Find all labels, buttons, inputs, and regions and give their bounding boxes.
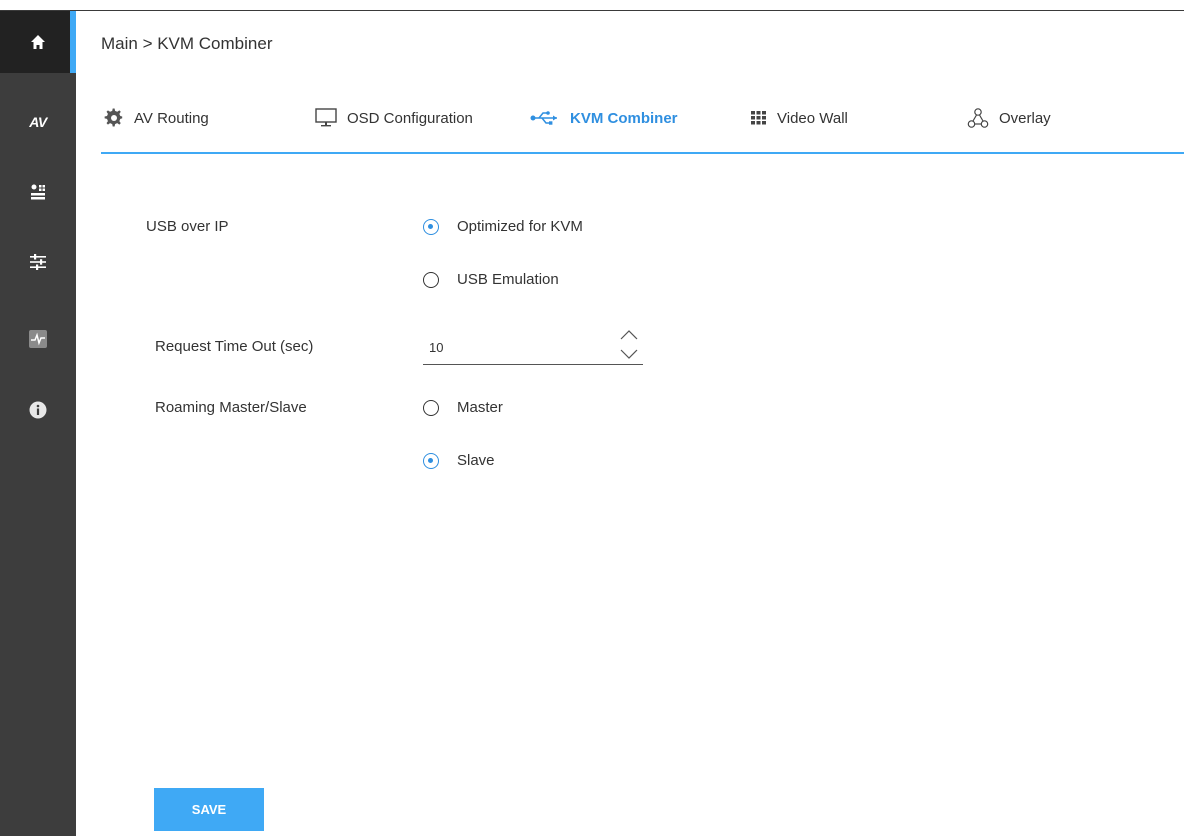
usb-icon: [530, 110, 560, 126]
tab-video-wall[interactable]: Video Wall: [751, 100, 848, 136]
request-timeout-value: 10: [429, 340, 444, 355]
radio-indicator: [423, 399, 439, 416]
radio-usb-emulation[interactable]: USB Emulation: [423, 271, 559, 288]
sidebar-item-device-settings[interactable]: [0, 161, 76, 223]
radio-optimized-for-kvm[interactable]: Optimized for KVM: [423, 218, 583, 235]
tab-label: Overlay: [999, 109, 1051, 127]
radio-label: USB Emulation: [457, 271, 559, 288]
device-settings-icon: [29, 183, 47, 201]
sidebar: AV: [0, 11, 76, 836]
tab-av-routing[interactable]: AV Routing: [104, 100, 209, 136]
monitor-icon: [315, 108, 337, 128]
tab-overlay[interactable]: Overlay: [967, 100, 1051, 136]
number-stepper[interactable]: [619, 328, 639, 362]
grid-icon: [751, 111, 767, 125]
active-indicator: [70, 11, 76, 73]
sidebar-item-home[interactable]: [0, 11, 76, 73]
radio-label: Slave: [457, 452, 495, 469]
sidebar-item-diagnostics[interactable]: [0, 308, 76, 370]
request-timeout-input[interactable]: 10: [423, 326, 643, 365]
overlay-icon: [967, 107, 989, 129]
tab-osd-configuration[interactable]: OSD Configuration: [315, 100, 473, 136]
gear-icon: [104, 108, 124, 128]
radio-slave[interactable]: Slave: [423, 452, 495, 469]
sidebar-item-sliders[interactable]: [0, 231, 76, 293]
radio-label: Master: [457, 399, 503, 416]
info-icon: [29, 401, 47, 419]
chevron-down-icon: [620, 349, 638, 359]
request-timeout-label: Request Time Out (sec): [155, 338, 314, 355]
save-button[interactable]: SAVE: [154, 788, 264, 831]
radio-indicator: [423, 271, 439, 288]
tab-kvm-combiner[interactable]: KVM Combiner: [530, 100, 678, 136]
tab-label: OSD Configuration: [347, 109, 473, 127]
sidebar-item-av[interactable]: AV: [0, 91, 76, 153]
radio-indicator: [423, 218, 439, 235]
radio-master[interactable]: Master: [423, 399, 503, 416]
av-icon: AV: [29, 114, 47, 130]
tab-label: AV Routing: [134, 109, 209, 127]
diagnostics-icon: [29, 330, 47, 348]
tab-underline: [101, 152, 1184, 154]
breadcrumb: Main > KVM Combiner: [101, 34, 273, 53]
chevron-up-icon: [620, 330, 638, 340]
tab-label: Video Wall: [777, 109, 848, 127]
tab-label: KVM Combiner: [570, 109, 678, 127]
tab-bar: AV Routing OSD Configuration KVM Combine…: [101, 100, 1184, 152]
home-icon: [30, 34, 46, 50]
radio-indicator: [423, 452, 439, 469]
roaming-label: Roaming Master/Slave: [155, 399, 307, 416]
radio-label: Optimized for KVM: [457, 218, 583, 235]
sliders-icon: [29, 253, 47, 271]
usb-over-ip-label: USB over IP: [146, 218, 229, 235]
window-top-edge: [0, 0, 1184, 11]
sidebar-item-info[interactable]: [0, 379, 76, 441]
